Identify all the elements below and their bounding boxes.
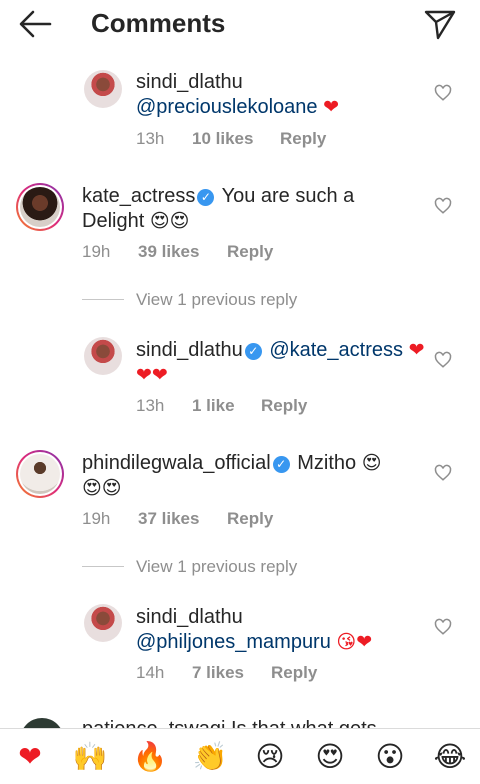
comment-meta: 14h 7 likes Reply	[136, 663, 317, 683]
paper-plane-icon	[424, 10, 456, 40]
emoji-heart-button[interactable]: ❤	[12, 739, 48, 775]
reply-button[interactable]: Reply	[271, 663, 317, 683]
comment-body: Mzitho	[297, 452, 357, 474]
view-previous-replies[interactable]: View 1 previous reply	[136, 290, 297, 310]
heart-outline-icon	[434, 84, 452, 101]
comment-likes[interactable]: 37 likes	[138, 509, 227, 529]
reply-button[interactable]: Reply	[227, 242, 273, 262]
comment-time: 19h	[82, 242, 111, 261]
heart-outline-icon	[434, 464, 452, 481]
comment-mention[interactable]: @kate_actress	[269, 339, 403, 361]
comment-username[interactable]: sindi_dlathu	[136, 339, 243, 361]
comment-mention[interactable]: @philjones_mampuru	[136, 631, 331, 653]
comment-meta: 19h 39 likes Reply	[82, 242, 273, 262]
verified-badge-icon: ✓	[244, 343, 262, 360]
emoji-heart-eyes-button[interactable]: 😍	[312, 739, 348, 775]
page-title: Comments	[91, 8, 226, 38]
comment-item	[84, 70, 122, 108]
comment-text: sindi_dlathu @preciouslekoloane ❤	[136, 70, 426, 120]
emoji-crying-button[interactable]: 😢	[252, 739, 288, 775]
comment-text: kate_actress ✓ You are such a Delight 😍😍	[82, 184, 387, 234]
emoji-clap-button[interactable]: 👏	[192, 739, 228, 775]
emoji-fire-button[interactable]: 🔥	[132, 739, 168, 775]
emoji-raised-hands-button[interactable]: 🙌	[72, 739, 108, 775]
reply-item	[84, 604, 122, 642]
comment-time: 13h	[136, 396, 165, 415]
comment-likes[interactable]: 39 likes	[138, 242, 227, 262]
emoji-surprised-button[interactable]: 😮	[372, 739, 408, 775]
comment-meta: 13h 10 likes Reply	[136, 129, 326, 149]
partial-comment: patience_tswagi Is that what gets	[16, 716, 480, 728]
arrow-left-icon	[19, 10, 52, 38]
comment-meta: 13h 1 like Reply	[136, 396, 307, 416]
reply-button[interactable]: Reply	[280, 129, 326, 149]
verified-badge-icon: ✓	[197, 189, 215, 206]
back-button[interactable]	[18, 9, 52, 39]
comment-emoji: ❤	[323, 96, 340, 118]
heart-outline-icon	[434, 618, 452, 635]
heart-outline-icon	[434, 351, 452, 368]
avatar[interactable]	[84, 604, 122, 642]
comment-likes[interactable]: 1 like	[192, 396, 261, 416]
reply-button[interactable]: Reply	[227, 509, 273, 529]
like-button[interactable]	[434, 464, 452, 482]
emoji-laughing-button[interactable]: 😂	[432, 739, 468, 775]
comment-text: sindi_dlathu ✓ @kate_actress ❤❤❤	[136, 338, 426, 388]
divider	[82, 299, 124, 300]
comment-username[interactable]: sindi_dlathu	[136, 71, 243, 93]
comment-text: sindi_dlathu @philjones_mampuru 😘❤	[136, 605, 426, 655]
comment-text: phindilegwala_official ✓ Mzitho 😍😍😍	[82, 451, 387, 501]
view-previous-replies[interactable]: View 1 previous reply	[136, 557, 297, 577]
comment-username[interactable]: sindi_dlathu	[136, 606, 243, 628]
avatar[interactable]	[84, 70, 122, 108]
comment-time: 14h	[136, 663, 165, 682]
avatar[interactable]	[84, 337, 122, 375]
avatar[interactable]	[16, 183, 64, 231]
comment-username[interactable]: kate_actress	[82, 185, 195, 207]
top-bar: Comments	[0, 0, 480, 50]
reply-item	[84, 337, 122, 375]
emoji-reaction-bar: ❤ 🙌 🔥 👏 😢 😍 😮 😂	[0, 728, 480, 784]
avatar[interactable]	[20, 718, 64, 728]
heart-outline-icon	[434, 197, 452, 214]
comment-username[interactable]: phindilegwala_official	[82, 452, 271, 474]
like-button[interactable]	[434, 84, 452, 102]
avatar[interactable]	[16, 450, 64, 498]
like-button[interactable]	[434, 618, 452, 636]
comment-likes[interactable]: 7 likes	[192, 663, 271, 683]
comment-time: 13h	[136, 129, 165, 148]
divider	[82, 566, 124, 567]
comment-emoji: 😘❤	[336, 631, 373, 653]
comment-meta: 19h 37 likes Reply	[82, 509, 273, 529]
verified-badge-icon: ✓	[272, 456, 290, 473]
comment-likes[interactable]: 10 likes	[192, 129, 280, 149]
comment-time: 19h	[82, 509, 111, 528]
reply-button[interactable]: Reply	[261, 396, 307, 416]
comment-mention[interactable]: @preciouslekoloane	[136, 96, 318, 118]
like-button[interactable]	[434, 351, 452, 369]
comment-emoji: 😍😍	[149, 210, 190, 232]
share-button[interactable]	[424, 8, 456, 40]
comment-text: patience_tswagi Is that what gets	[82, 718, 377, 728]
like-button[interactable]	[434, 197, 452, 215]
